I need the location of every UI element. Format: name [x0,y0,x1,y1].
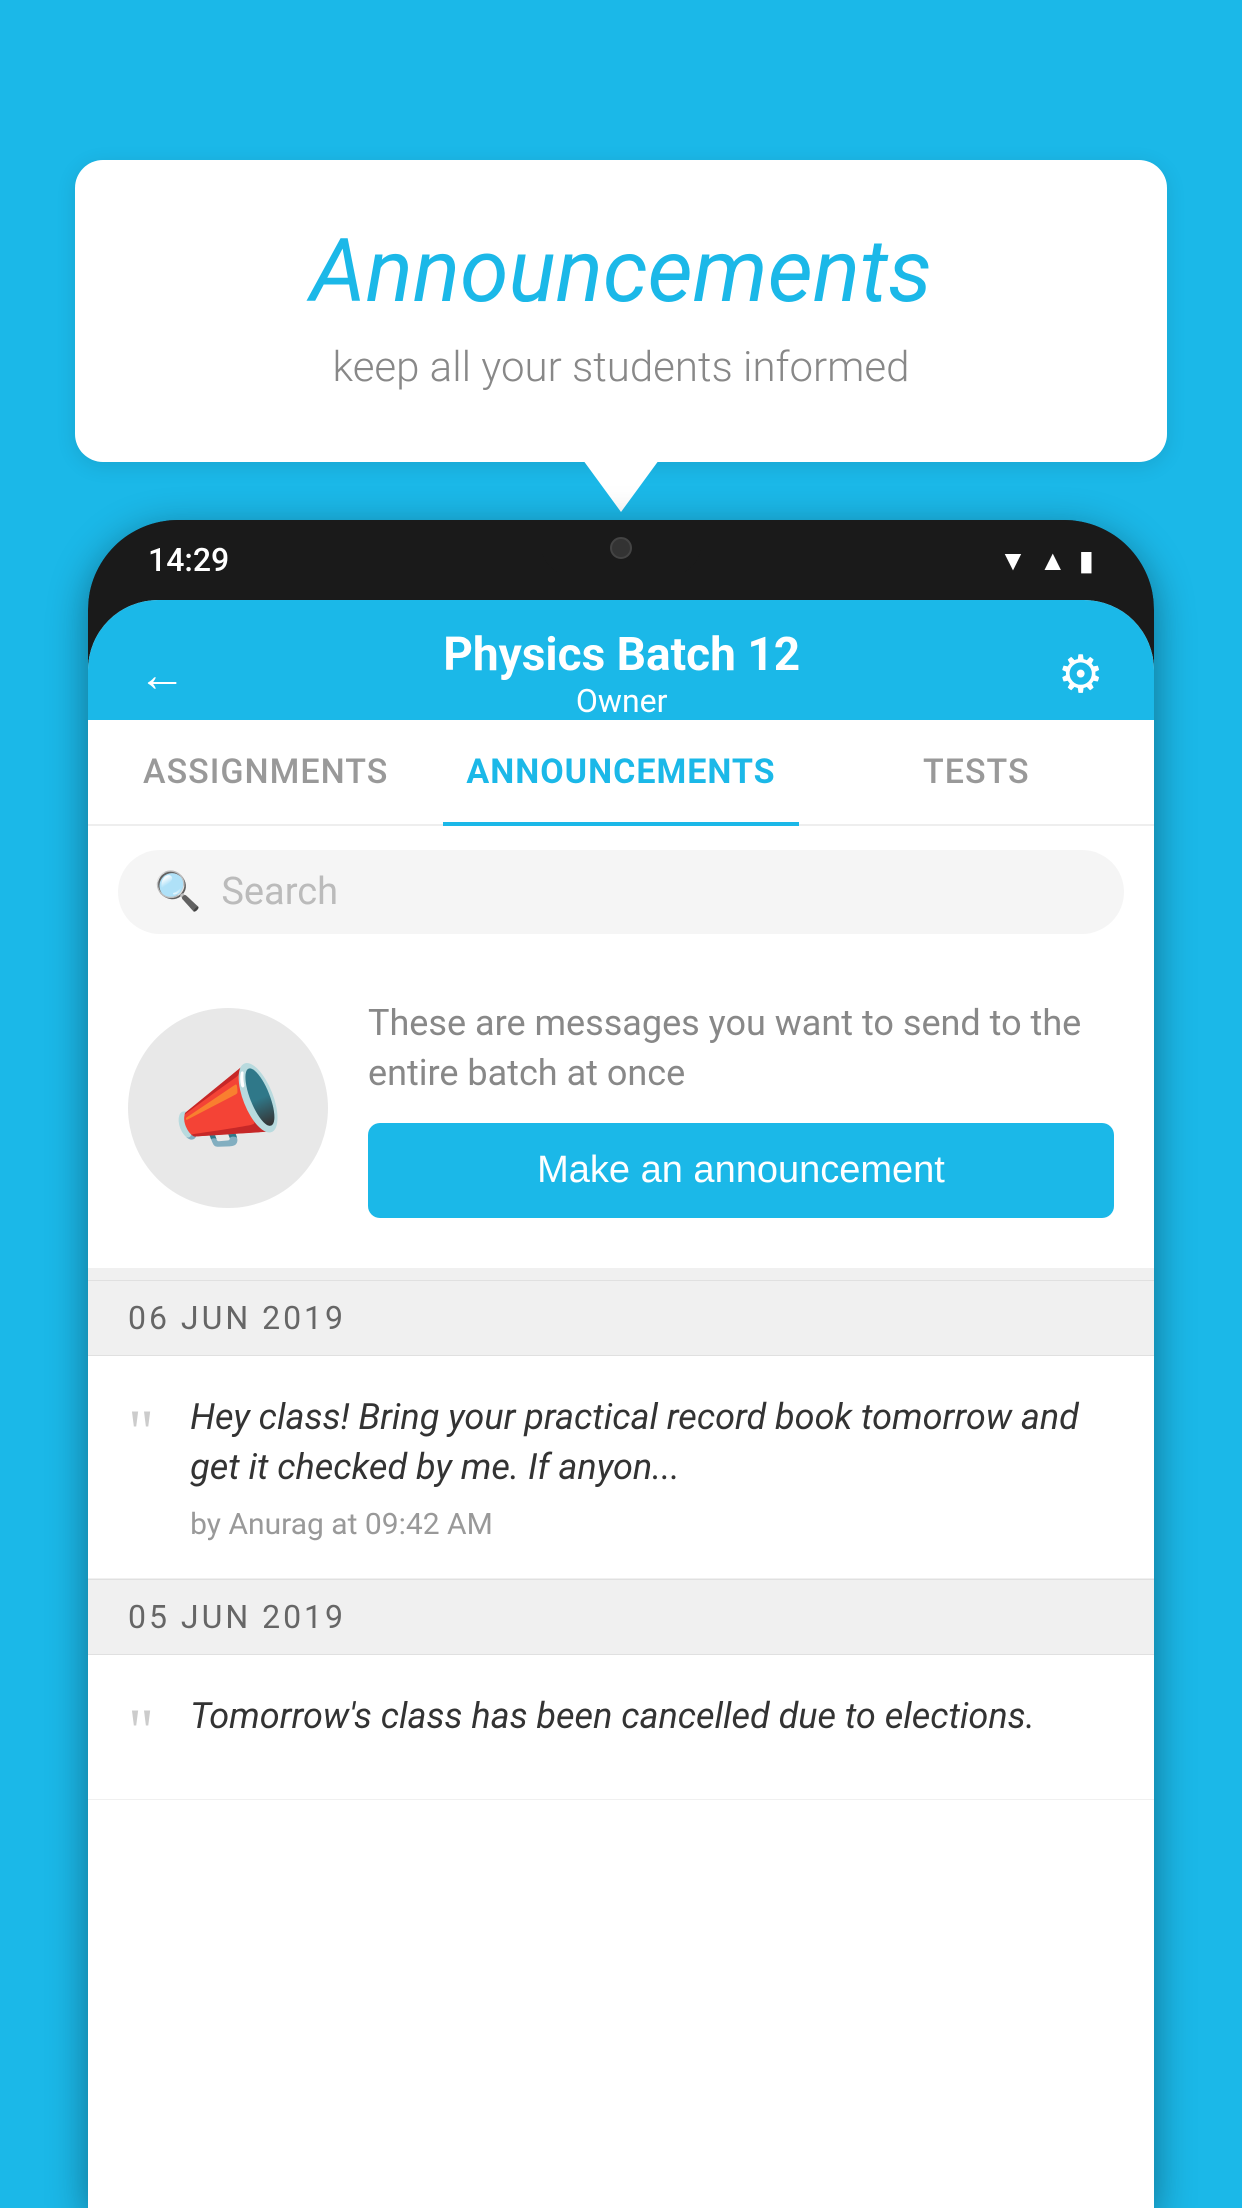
phone-frame: 14:29 ▼ ▲ ▮ ← Physics Batch 12 Owner ⚙ A… [88,520,1154,2208]
header-title: Physics Batch 12 [443,628,800,682]
date-separator-2: 05 JUN 2019 [88,1579,1154,1655]
wifi-icon: ▼ [999,544,1027,577]
battery-icon: ▮ [1079,544,1094,577]
tabs-container: ASSIGNMENTS ANNOUNCEMENTS TESTS [88,720,1154,826]
speech-bubble: Announcements keep all your students inf… [75,160,1167,462]
announcement-text-1: Hey class! Bring your practical record b… [190,1392,1114,1493]
announcement-content-1: Hey class! Bring your practical record b… [190,1392,1114,1542]
bubble-title: Announcements [145,220,1097,323]
quote-icon-1: " [128,1400,154,1464]
notch [541,520,701,575]
signal-icon: ▲ [1039,544,1067,577]
header-center: Physics Batch 12 Owner [443,628,800,720]
settings-icon[interactable]: ⚙ [1057,644,1104,705]
prompt-description: These are messages you want to send to t… [368,998,1114,1099]
megaphone-circle: 📣 [128,1008,328,1208]
bubble-subtitle: keep all your students informed [145,343,1097,392]
announcement-item-2[interactable]: " Tomorrow's class has been cancelled du… [88,1655,1154,1800]
tab-tests[interactable]: TESTS [799,720,1154,824]
header-subtitle: Owner [443,682,800,720]
prompt-card: 📣 These are messages you want to send to… [88,958,1154,1280]
camera-dot [610,537,632,559]
status-time: 14:29 [148,541,229,579]
announcement-meta-1: by Anurag at 09:42 AM [190,1507,1114,1542]
app-header: ← Physics Batch 12 Owner ⚙ [88,600,1154,720]
make-announcement-button[interactable]: Make an announcement [368,1123,1114,1218]
search-input[interactable]: Search [221,870,338,914]
quote-icon-2: " [128,1699,154,1763]
search-bar[interactable]: 🔍 Search [118,850,1124,934]
date-separator-1: 06 JUN 2019 [88,1280,1154,1356]
status-icons: ▼ ▲ ▮ [999,544,1094,577]
tab-assignments[interactable]: ASSIGNMENTS [88,720,443,824]
search-container: 🔍 Search [88,826,1154,958]
prompt-content: These are messages you want to send to t… [368,998,1114,1218]
back-button[interactable]: ← [138,646,186,703]
announcement-content-2: Tomorrow's class has been cancelled due … [190,1691,1114,1741]
speech-bubble-container: Announcements keep all your students inf… [75,160,1167,462]
app-screen: ← Physics Batch 12 Owner ⚙ ASSIGNMENTS A… [88,600,1154,2208]
announcement-item-1[interactable]: " Hey class! Bring your practical record… [88,1356,1154,1579]
announcement-text-2: Tomorrow's class has been cancelled due … [190,1691,1114,1741]
status-bar: 14:29 ▼ ▲ ▮ [88,520,1154,600]
tab-announcements[interactable]: ANNOUNCEMENTS [443,720,798,824]
search-icon: 🔍 [154,870,201,914]
megaphone-icon: 📣 [172,1055,284,1160]
